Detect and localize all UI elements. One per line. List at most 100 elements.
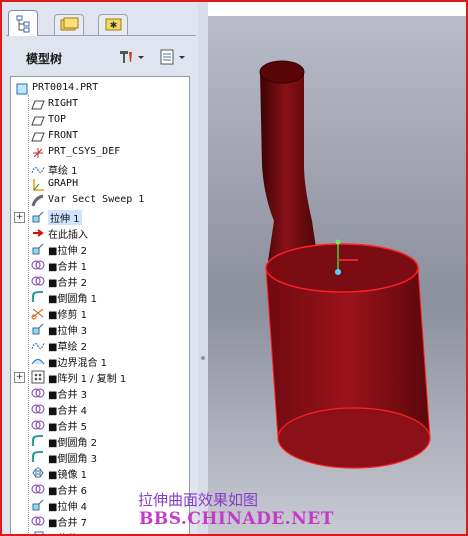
tree-item-label: TOP <box>48 114 67 125</box>
show-button[interactable] <box>158 48 185 66</box>
list-settings-icon <box>160 49 185 65</box>
tree-item-label: ■合并 1 <box>48 262 87 273</box>
favorites-tab[interactable]: ✱ <box>98 14 128 35</box>
tree-item[interactable]: 在此插入 <box>11 225 189 241</box>
tree-item[interactable]: ■拉伸 2 <box>11 241 189 257</box>
tree-item[interactable]: FRONT <box>11 129 189 145</box>
merge-icon <box>31 258 45 272</box>
merge-icon <box>31 386 45 400</box>
tree-item[interactable]: TOP <box>11 113 189 129</box>
tree-item-label: PRT0014.PRT <box>32 82 99 93</box>
merge-icon <box>31 514 45 528</box>
cylinder-bottom-edge <box>277 407 431 469</box>
panel-tab-strip: ✱ <box>6 8 196 40</box>
pipe-model <box>259 60 431 469</box>
tree-item[interactable]: ■偏移 1 <box>11 529 189 534</box>
tree-item-label: ■阵列 1 / 复制 1 <box>48 374 127 385</box>
tree-item[interactable]: ■修剪 1 <box>11 305 189 321</box>
tree-item-label: 在此插入 <box>48 230 88 241</box>
sketch-icon <box>31 338 45 352</box>
tree-item-label: ■倒圆角 3 <box>48 454 97 465</box>
tree-item-label: ■合并 2 <box>48 278 87 289</box>
graph-icon <box>31 178 45 192</box>
extrude-icon <box>31 210 45 224</box>
graphics-viewport[interactable] <box>208 16 466 534</box>
tree-item-label: ■修剪 1 <box>48 310 87 321</box>
mirror-icon <box>31 466 45 480</box>
extrude-icon <box>31 242 45 256</box>
offset-icon <box>31 530 45 534</box>
tree-item[interactable]: PRT_CSYS_DEF <box>11 145 189 161</box>
round-icon <box>31 434 45 448</box>
tree-item-label: ■合并 4 <box>48 406 87 417</box>
tube-top-opening <box>259 60 305 84</box>
merge-icon <box>31 402 45 416</box>
tree-item[interactable]: ■合并 2 <box>11 273 189 289</box>
tree-item[interactable]: + ■阵列 1 / 复制 1 <box>11 369 189 385</box>
tree-item[interactable]: ■倒圆角 2 <box>11 433 189 449</box>
merge-icon <box>31 482 45 496</box>
tree-item-label: ■合并 6 <box>48 486 87 497</box>
tree-item-label: RIGHT <box>48 98 79 109</box>
panel-header: 模型树 <box>6 44 194 72</box>
tree-item-label: Var Sect Sweep 1 <box>48 194 145 205</box>
datum-plane-icon <box>31 130 45 144</box>
tree-item-label: FRONT <box>48 130 79 141</box>
tree-item-label: ■拉伸 4 <box>48 502 87 513</box>
tree-item-label: ■拉伸 3 <box>48 326 87 337</box>
tree-item[interactable]: ■合并 4 <box>11 401 189 417</box>
round-icon <box>31 450 45 464</box>
watermark: BBS.CHINADE.NET <box>139 509 334 529</box>
caption: 拉伸曲面效果如图 <box>138 491 259 509</box>
tree-item-label: ■镜像 1 <box>48 470 87 481</box>
layers-tab[interactable] <box>54 14 84 35</box>
folder-stack-icon <box>60 17 79 31</box>
pattern-icon <box>31 370 45 384</box>
tree-item[interactable]: Var Sect Sweep 1 <box>11 193 189 209</box>
cylinder-top-edge <box>265 243 419 293</box>
expand-toggle-icon[interactable]: + <box>14 372 25 383</box>
model-tree-panel: ✱ 模型树 PRT0014.PRT RIGHT TOP FRONT PRT_CS… <box>2 2 198 534</box>
tree-item[interactable]: ■拉伸 3 <box>11 321 189 337</box>
settings-button[interactable] <box>116 48 144 66</box>
csys-icon <box>31 146 45 160</box>
tree-item-label: 拉伸 1 <box>48 210 82 225</box>
tree-item[interactable]: ■倒圆角 3 <box>11 449 189 465</box>
trim-icon <box>31 306 45 320</box>
insert-here-arrow-icon <box>31 226 45 240</box>
tree-item[interactable]: ■倒圆角 1 <box>11 289 189 305</box>
tree-item[interactable]: GRAPH <box>11 177 189 193</box>
merge-icon <box>31 274 45 288</box>
tools-icon <box>120 51 144 63</box>
tree-item[interactable]: RIGHT <box>11 97 189 113</box>
tree-icon <box>16 15 30 33</box>
model-tree-tab[interactable] <box>8 10 38 36</box>
tree-item-label: ■合并 5 <box>48 422 87 433</box>
tree-item[interactable]: ■镜像 1 <box>11 465 189 481</box>
tree-item[interactable]: + 拉伸 1 <box>11 209 189 225</box>
tree-root[interactable]: PRT0014.PRT <box>11 81 189 97</box>
part-icon <box>15 82 29 96</box>
tree-item[interactable]: ■合并 3 <box>11 385 189 401</box>
tree-item[interactable]: ■草绘 2 <box>11 337 189 353</box>
sketch-icon <box>31 162 45 176</box>
sweep-tube <box>260 71 318 261</box>
tree-item-label: ■倒圆角 2 <box>48 438 97 449</box>
sweep-icon <box>31 194 45 208</box>
round-icon <box>31 290 45 304</box>
extrude-icon <box>31 322 45 336</box>
tree-item-label: ■草绘 2 <box>48 342 87 353</box>
tree-item[interactable]: ■合并 1 <box>11 257 189 273</box>
tree-item-label: ■倒圆角 1 <box>48 294 97 305</box>
tree-item[interactable]: 草绘 1 <box>11 161 189 177</box>
datum-plane-icon <box>31 98 45 112</box>
tree-item-label: GRAPH <box>48 178 79 189</box>
tree-item[interactable]: ■边界混合 1 <box>11 353 189 369</box>
panel-splitter[interactable] <box>198 2 208 534</box>
app-window: ✱ 模型树 PRT0014.PRT RIGHT TOP FRONT PRT_CS… <box>0 0 468 536</box>
tree-item-label: ■合并 7 <box>48 518 87 529</box>
tree-item[interactable]: ■合并 5 <box>11 417 189 433</box>
expand-toggle-icon[interactable]: + <box>14 212 25 223</box>
boundary-blend-icon <box>31 354 45 368</box>
tree-item-label: PRT_CSYS_DEF <box>48 146 121 157</box>
